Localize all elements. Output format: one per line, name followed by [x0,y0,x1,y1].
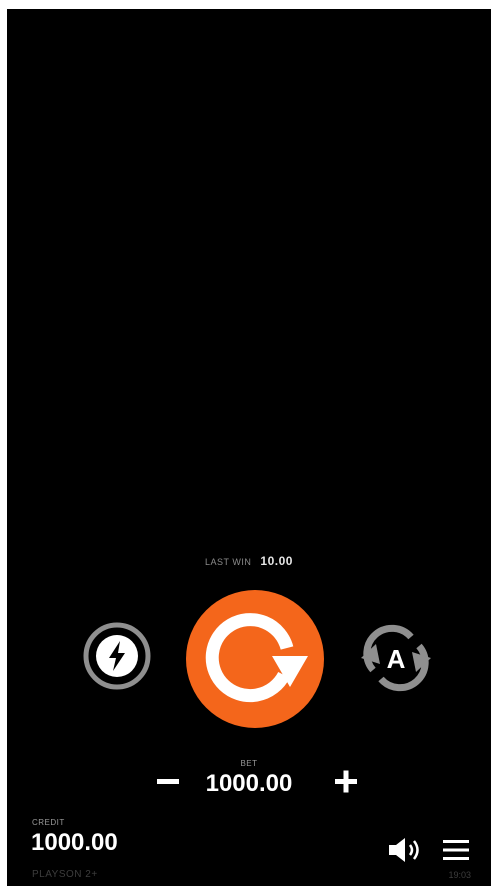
autoplay-button[interactable]: A [356,620,436,696]
speaker-icon [389,838,419,862]
bet-label: BET [240,759,258,768]
hamburger-menu-icon [443,840,469,860]
last-win-display: LAST WIN 10.00 [7,554,491,568]
circular-arrow-icon [186,590,324,728]
last-win-value: 10.00 [260,554,293,568]
bet-value: 1000.00 [205,770,293,797]
autoplay-letter: A [387,644,406,674]
credit-value: 1000.00 [31,829,118,856]
sound-button[interactable] [386,835,426,865]
turbo-button[interactable] [82,621,152,691]
game-screen: LAST WIN 10.00 A BET 1000.00 CREDIT 1000… [7,9,491,886]
clock: 19:03 [448,870,471,880]
brand-logo-text: PLAYSON 2+ [32,869,98,880]
plus-icon [335,770,357,793]
autoplay-icon: A [361,624,431,692]
bet-increase-button[interactable] [328,764,364,800]
menu-button[interactable] [441,835,471,865]
lightning-bolt-icon [83,622,151,690]
spin-button[interactable] [186,590,324,728]
credit-label: CREDIT [32,818,65,827]
last-win-label: LAST WIN [205,557,252,567]
